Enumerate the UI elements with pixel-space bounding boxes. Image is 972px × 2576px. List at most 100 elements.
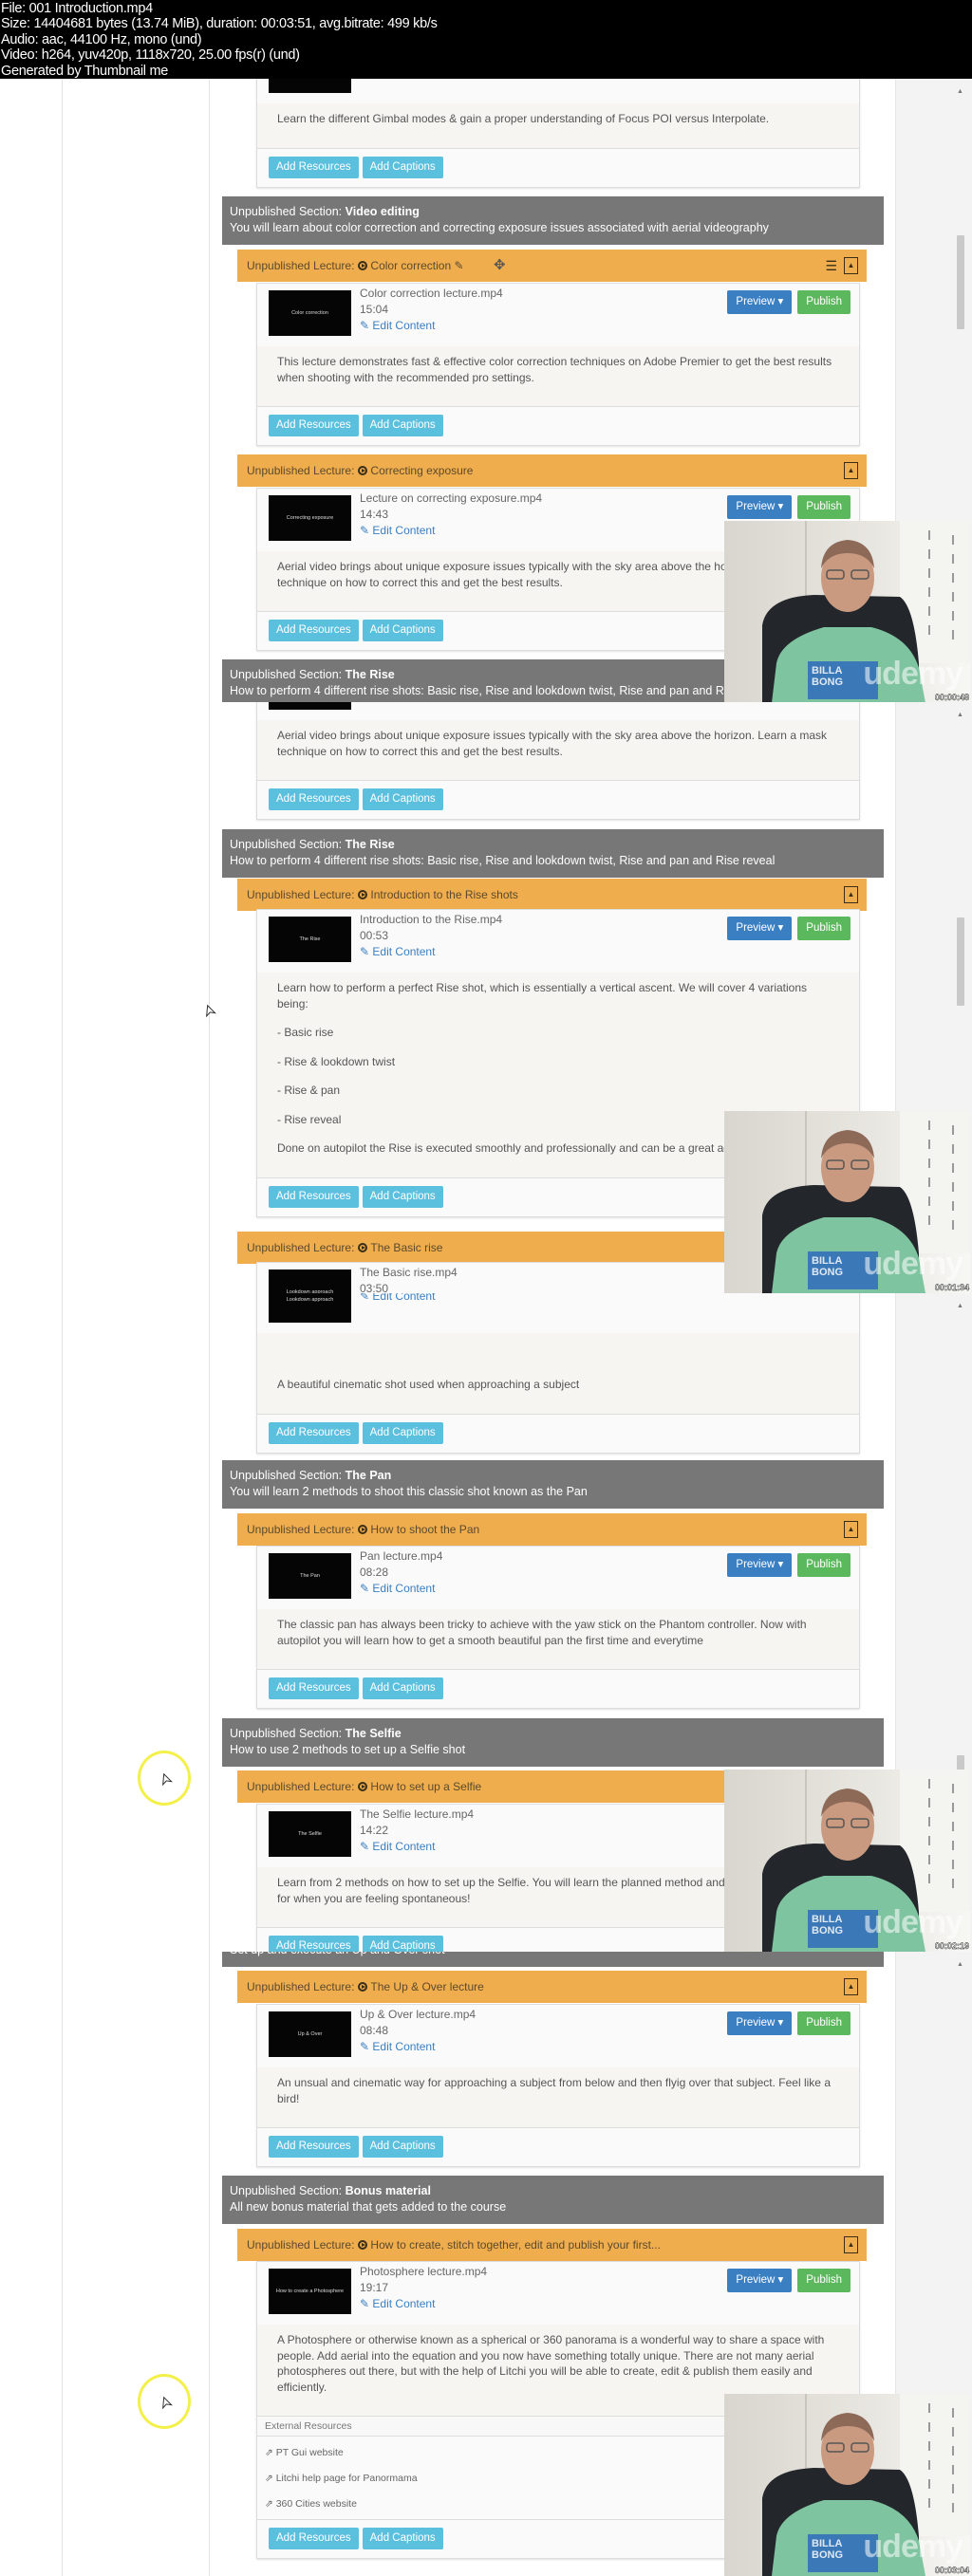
add-captions-button[interactable]: Add Captions (362, 156, 443, 178)
add-resources-button[interactable]: Add Resources (269, 1421, 359, 1444)
add-resources-button[interactable]: Add Resources (269, 1936, 359, 1952)
lecture-header[interactable]: Unpublished Lecture: How to create, stitc… (237, 2229, 867, 2261)
section-header[interactable]: Unpublished Section: The Rise How to perf… (222, 829, 884, 878)
add-captions-button[interactable]: Add Captions (362, 1421, 443, 1444)
preview-dropdown-button[interactable]: Preview ▾ (727, 290, 793, 314)
edit-content-link[interactable]: ✎ Edit Content (360, 2296, 487, 2312)
video-thumbnail[interactable]: How to create a Photosphere (269, 2269, 351, 2314)
collapse-toggle-icon[interactable]: ▲ (844, 257, 858, 274)
lecture-media-row: The Pan Pan lecture.mp4 08:28 ✎ Edit Conten… (257, 1547, 859, 1609)
content-divider (209, 1293, 210, 1952)
add-captions-button[interactable]: Add Captions (362, 620, 443, 641)
hamburger-menu-icon[interactable]: ☰ (825, 250, 837, 282)
section-description: All new bonus material that gets added t… (230, 2200, 507, 2214)
scroll-up-arrow-icon[interactable]: ▲ (957, 1961, 963, 1968)
collapse-toggle-icon[interactable]: ▲ (844, 2236, 858, 2253)
add-captions-button[interactable]: Add Captions (362, 788, 443, 810)
scroll-up-arrow-icon[interactable]: ▲ (957, 1303, 963, 1309)
section-header[interactable]: Unpublished Section: Set up and execute … (222, 1952, 884, 1967)
add-captions-button[interactable]: Add Captions (362, 2136, 443, 2158)
video-thumbnail[interactable]: Color correction (269, 290, 351, 336)
video-thumbnail[interactable] (269, 79, 351, 93)
video-thumbnail[interactable]: The Rise (269, 917, 351, 962)
collapse-toggle-icon[interactable]: ▲ (844, 462, 858, 479)
add-resources-button[interactable]: Add Resources (269, 415, 359, 436)
add-resources-button[interactable]: Add Resources (269, 2528, 359, 2549)
section-header[interactable]: Unpublished Section: The Selfie How to us… (222, 1718, 884, 1767)
description-paragraph: A beautiful cinematic shot used when app… (277, 1378, 580, 1391)
section-prefix: Unpublished Section: (230, 1469, 343, 1482)
lecture-title: How to set up a Selfie (370, 1780, 482, 1793)
video-frame: ▲ ✎ Edit Content Learn the different Gimba… (0, 79, 972, 702)
description-paragraph: - Basic rise (277, 1026, 334, 1039)
lecture-header[interactable]: Unpublished Lecture: How to shoot the Pan… (237, 1513, 867, 1546)
collapse-toggle-icon[interactable]: ▲ (844, 1521, 858, 1538)
video-thumbnail[interactable]: Lookdown approach (269, 1293, 351, 1323)
add-resources-button[interactable]: Add Resources (269, 2136, 359, 2158)
duration: 08:48 (360, 2024, 389, 2037)
lecture-header[interactable]: Unpublished Lecture: Color correction ✎ ✥ ☰… (237, 250, 867, 282)
add-resources-button[interactable]: Add Resources (269, 620, 359, 641)
publish-button[interactable]: Publish (797, 495, 850, 519)
publish-button[interactable]: Publish (797, 2269, 850, 2292)
lecture-header[interactable]: Unpublished Lecture: Correcting exposure ▲ (237, 454, 867, 487)
video-thumbnail[interactable]: Lookdown approach (269, 1269, 351, 1293)
file-name: Photosphere lecture.mp4 (360, 2265, 488, 2278)
section-header[interactable]: Unpublished Section: Video editing You wi… (222, 196, 884, 245)
section-header[interactable]: Unpublished Section: Bonus material All n… (222, 2176, 884, 2224)
publish-button[interactable]: Publish (797, 917, 850, 940)
scroll-up-arrow-icon[interactable]: ▲ (957, 712, 963, 718)
section-description: Set up and execute an Up and Over shot (230, 1952, 876, 1958)
add-resources-button[interactable]: Add Resources (269, 1677, 359, 1699)
preview-dropdown-button[interactable]: Preview ▾ (727, 1553, 793, 1577)
file-name: Introduction to the Rise.mp4 (360, 913, 503, 926)
edit-content-link[interactable]: ✎ Edit Content (360, 318, 503, 334)
pencil-icon[interactable]: ✎ (451, 259, 463, 272)
lecture-header[interactable]: Unpublished Lecture: Introduction to the … (237, 879, 867, 911)
video-thumbnail[interactable]: The Selfie (269, 1811, 351, 1857)
lecture-prefix: Unpublished Lecture: (247, 2238, 355, 2252)
duration: 00:53 (360, 929, 389, 942)
video-thumbnail[interactable]: Up & Over (269, 2011, 351, 2057)
add-captions-button[interactable]: Add Captions (362, 1185, 443, 1208)
collapse-toggle-icon[interactable]: ▲ (844, 886, 858, 903)
scroll-up-arrow-icon[interactable]: ▲ (957, 88, 963, 95)
edit-content-link[interactable]: ✎ Edit Content (360, 1839, 474, 1855)
add-captions-button[interactable]: Add Captions (362, 1677, 443, 1699)
description-paragraph: - Rise & lookdown twist (277, 1054, 396, 1068)
edit-content-link[interactable]: ✎ Edit Content (360, 523, 542, 539)
section-header[interactable]: Unpublished Section: The Pan You will lea… (222, 1460, 884, 1509)
add-captions-button[interactable]: Add Captions (362, 2528, 443, 2549)
add-captions-button[interactable]: Add Captions (362, 1936, 443, 1952)
video-thumbnail[interactable]: Correcting exposure (269, 495, 351, 541)
publish-button[interactable]: Publish (797, 1553, 850, 1577)
scrollbar-thumb[interactable] (957, 235, 964, 329)
edit-content-link[interactable]: ✎ Edit Content (360, 2039, 476, 2055)
section-title-line: Unpublished Section: The Pan (230, 1468, 876, 1484)
edit-content-link[interactable]: ✎ Edit Content (360, 1293, 435, 1305)
file-name: Color correction lecture.mp4 (360, 287, 503, 300)
edit-content-link[interactable]: ✎ Edit Content (360, 1581, 442, 1597)
video-thumbnail[interactable] (269, 702, 351, 710)
edit-content-link[interactable]: ✎ Edit Content (360, 944, 502, 960)
preview-dropdown-button[interactable]: Preview ▾ (727, 917, 793, 940)
scrollbar-thumb[interactable] (957, 917, 964, 1006)
preview-dropdown-button[interactable]: Preview ▾ (727, 2269, 793, 2292)
video-thumbnail[interactable]: The Pan (269, 1553, 351, 1599)
lecture-card: ✎ Edit Content Aerial video brings about … (256, 702, 860, 820)
add-captions-button[interactable]: Add Captions (362, 415, 443, 436)
add-resources-button[interactable]: Add Resources (269, 1185, 359, 1208)
lecture-header[interactable]: Unpublished Lecture: The Up & Over lectur… (237, 1971, 867, 2003)
preview-dropdown-button[interactable]: Preview ▾ (727, 495, 793, 519)
play-circle-icon (358, 1243, 368, 1252)
add-resources-button[interactable]: Add Resources (269, 156, 359, 178)
lecture-actions: Preview ▾Publish (727, 1553, 850, 1577)
section-prefix: Unpublished Section: (230, 1727, 343, 1740)
instructor-webcam: BILLA BONG udemy 00:01:34 (724, 1111, 970, 1293)
resource-label: PT Gui website (275, 2447, 344, 2458)
publish-button[interactable]: Publish (797, 290, 850, 314)
publish-button[interactable]: Publish (797, 2011, 850, 2035)
preview-dropdown-button[interactable]: Preview ▾ (727, 2011, 793, 2035)
collapse-toggle-icon[interactable]: ▲ (844, 1978, 858, 1995)
add-resources-button[interactable]: Add Resources (269, 788, 359, 810)
